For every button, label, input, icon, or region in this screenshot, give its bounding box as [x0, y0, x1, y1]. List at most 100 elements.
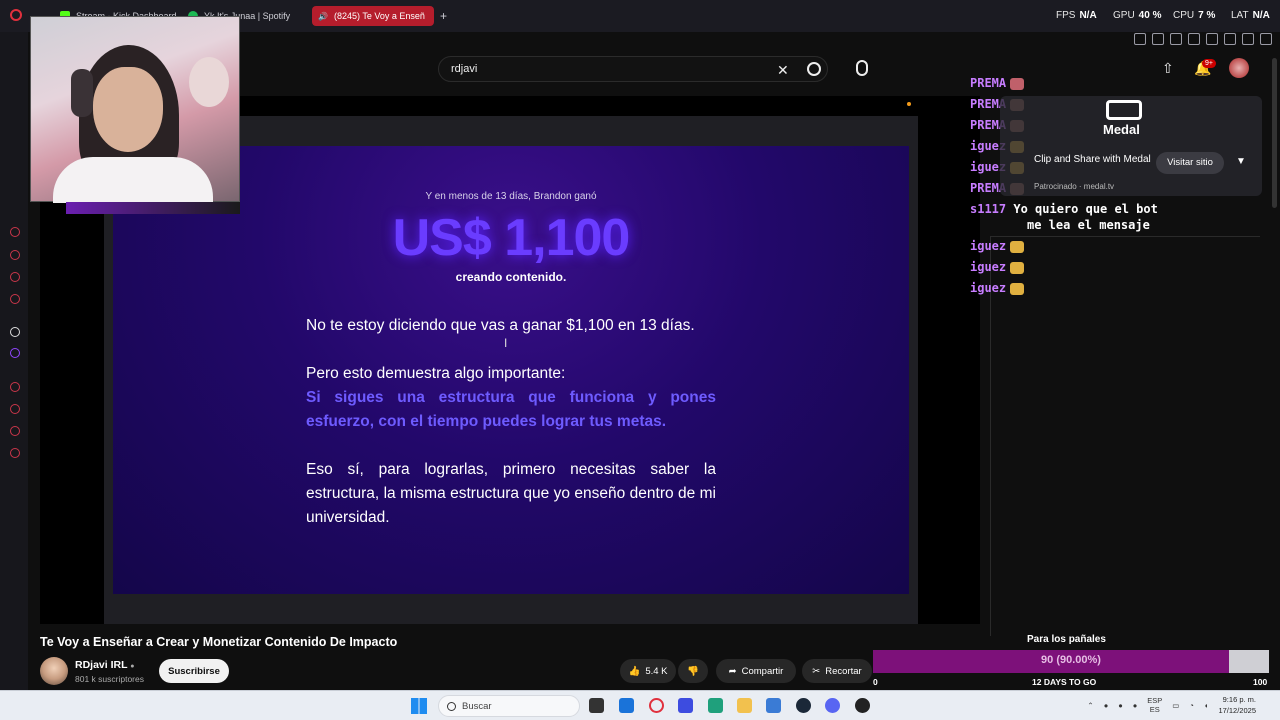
hud-cpu: CPU 7 % — [1173, 10, 1215, 21]
tab-label: (8245) Te Voy a Enseñ — [333, 11, 425, 21]
medal-ad[interactable]: Medal Clip and Share with Medal Visitar … — [1000, 96, 1262, 196]
play-icon[interactable] — [1188, 33, 1200, 45]
search-box[interactable]: ✕ — [438, 56, 828, 82]
hud-label: LAT — [1231, 10, 1249, 21]
mic-icon[interactable] — [856, 60, 868, 76]
messenger-icon[interactable] — [10, 272, 20, 282]
slide-amount-subtitle: creando contenido. — [455, 270, 567, 284]
share-icon: ➦ — [728, 665, 737, 677]
chat-user: iguez — [970, 239, 1007, 253]
extensions-icon[interactable] — [10, 426, 20, 436]
channel-name[interactable]: RDjavi IRL ● — [75, 659, 134, 671]
sponsor-label: Patrocinado · medal.tv — [1034, 182, 1115, 191]
like-button[interactable]: 👍 5.4 K — [620, 659, 676, 683]
history-icon[interactable] — [10, 227, 20, 237]
account-icon[interactable] — [1224, 33, 1236, 45]
medal-logo-text: Medal — [1103, 122, 1140, 137]
chevron-down-icon[interactable]: ▼ — [1236, 156, 1246, 167]
app-icon[interactable] — [10, 327, 20, 337]
discord-icon[interactable] — [825, 698, 840, 713]
chevron-up-icon[interactable]: ⌃ — [1087, 701, 1093, 710]
subscribe-button[interactable]: Suscribirse — [159, 659, 229, 683]
slide-paragraph-1: No te estoy diciendo que vas a ganar $1,… — [306, 317, 695, 334]
taskbar-search[interactable]: Buscar — [438, 695, 580, 717]
subscriber-count: 801 k suscriptores — [75, 674, 144, 684]
clock[interactable]: 9:16 p. m. 17/12/2025 — [1218, 694, 1256, 716]
tray-app-icon[interactable]: ● — [1104, 701, 1109, 710]
clear-search-icon[interactable]: ✕ — [777, 62, 789, 79]
clip-label: Recortar — [825, 665, 862, 677]
slide-amount: US$ 1,100 — [392, 209, 631, 267]
search-icon — [447, 701, 456, 711]
tab-youtube[interactable]: 🔊 (8245) Te Voy a Enseñ — [312, 6, 434, 26]
slide-paragraph-3: Eso sí, para lograrlas, primero necesita… — [306, 461, 716, 526]
search-input[interactable] — [439, 57, 759, 81]
opera-logo-icon[interactable] — [10, 9, 22, 21]
thumbs-down-icon: 👎 — [687, 665, 699, 677]
steam-icon[interactable] — [796, 698, 811, 713]
clock-date: 17/12/2025 — [1218, 706, 1256, 715]
emote-icon — [1010, 282, 1025, 295]
display-icon[interactable]: ▭ — [1172, 701, 1179, 710]
language-sublabel: ES — [1149, 705, 1160, 714]
windows-start-icon[interactable] — [411, 698, 427, 714]
shield-icon[interactable] — [1170, 33, 1182, 45]
dislike-button[interactable]: 👎 — [678, 659, 708, 683]
goal-progress-text: 90 (90.00%) — [1041, 654, 1101, 666]
browser-sidebar — [0, 32, 28, 692]
folder-icon[interactable] — [737, 698, 752, 713]
mail-icon[interactable] — [10, 294, 20, 304]
heart-icon[interactable] — [1206, 33, 1218, 45]
verified-icon: ● — [130, 663, 135, 670]
speaker-icon: 🔊 — [318, 11, 328, 21]
new-tab-button[interactable]: + — [440, 6, 454, 26]
share-button[interactable]: ➦ Compartir — [716, 659, 796, 683]
opera-icon[interactable] — [649, 698, 664, 713]
wifi-icon[interactable]: ◔ — [1189, 701, 1194, 710]
headphones-icon — [71, 69, 93, 117]
slide-highlight: Si sigues una estructura que funciona y … — [306, 389, 716, 430]
chat-line: iguez — [970, 260, 1025, 274]
network-icon[interactable] — [766, 698, 781, 713]
hud-value: N/A — [1079, 10, 1097, 21]
app-icon[interactable] — [678, 698, 693, 713]
emote-icon — [1010, 261, 1025, 274]
chat-line: me lea el mensaje — [1027, 218, 1150, 232]
chat-line: PREMA — [970, 76, 1025, 90]
medal-logo-icon — [1106, 100, 1142, 120]
obs-icon[interactable] — [855, 698, 870, 713]
mic-icon[interactable]: ● — [1133, 701, 1138, 710]
store-icon[interactable] — [619, 698, 634, 713]
edge-icon[interactable] — [708, 698, 723, 713]
tray-app-icon[interactable]: ● — [1118, 701, 1123, 710]
emote-icon — [1010, 240, 1025, 253]
settings-icon[interactable] — [10, 448, 20, 458]
chat-message: me lea el mensaje — [1027, 218, 1150, 232]
twitch-icon[interactable] — [10, 348, 20, 358]
hud-label: CPU — [1173, 10, 1195, 21]
visit-site-button[interactable]: Visitar sitio — [1156, 152, 1224, 174]
video-title: Te Voy a Enseñar a Crear y Monetizar Con… — [40, 635, 398, 649]
pin-icon[interactable] — [1134, 33, 1146, 45]
chat-user: s1117 — [970, 202, 1007, 216]
hud-label: GPU — [1113, 10, 1135, 21]
volume-icon[interactable]: ◖ — [1204, 701, 1209, 710]
chat-message: Yo quiero que el bot — [1013, 202, 1158, 216]
download-icon[interactable] — [1242, 33, 1254, 45]
player-icon[interactable] — [10, 382, 20, 392]
channel-avatar[interactable] — [40, 657, 68, 685]
bag-icon[interactable] — [10, 250, 20, 260]
search-icon[interactable] — [807, 62, 821, 76]
clip-button[interactable]: ✂ Recortar — [802, 659, 872, 683]
webcam-shirt — [53, 157, 213, 203]
system-tray: ⌃ ● ● ● ESP ES ▭ ◔ ◖ 9:16 p. m. 17/12/20… — [1087, 694, 1256, 716]
menu-icon[interactable] — [1260, 33, 1272, 45]
chat-user: iguez — [970, 260, 1007, 274]
hud-value: 7 % — [1198, 10, 1216, 21]
clock-icon[interactable] — [10, 404, 20, 414]
task-view-icon[interactable] — [589, 698, 604, 713]
snapshot-icon[interactable] — [1152, 33, 1164, 45]
scrollbar[interactable] — [1272, 58, 1277, 208]
goal-start: 0 — [873, 677, 878, 687]
language-indicator[interactable]: ESP ES — [1147, 696, 1162, 714]
